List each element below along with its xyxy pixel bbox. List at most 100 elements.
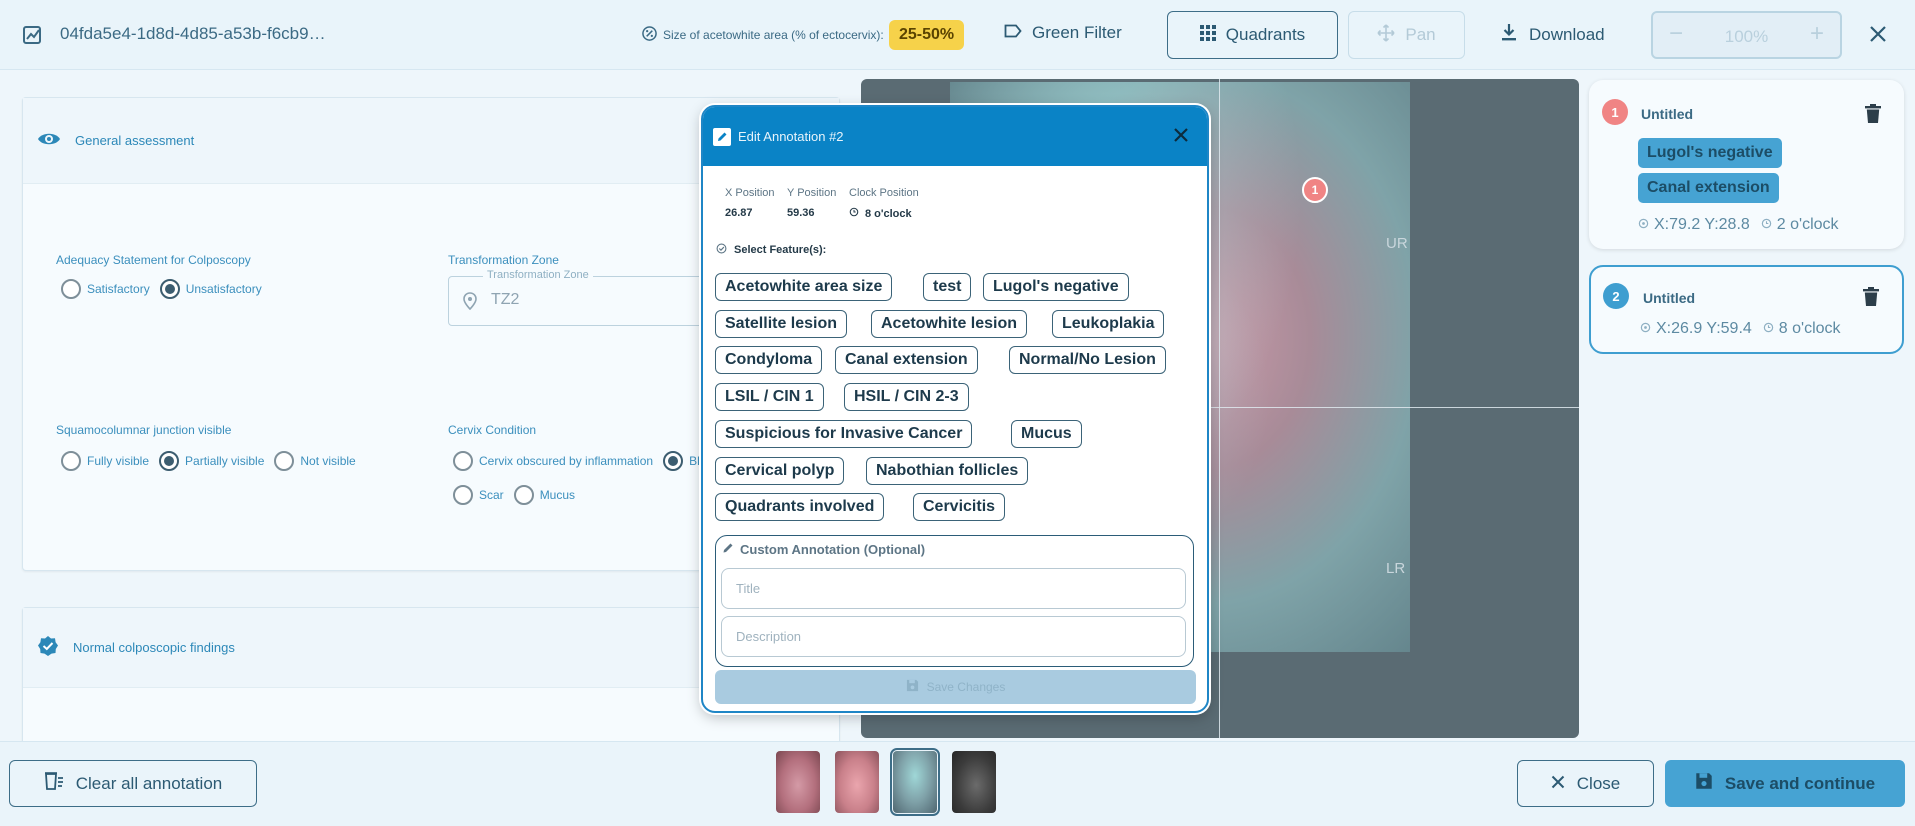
pan-button[interactable]: Pan [1348, 11, 1465, 59]
close-label: Close [1576, 773, 1621, 793]
feature-leukoplakia[interactable]: Leukoplakia [1052, 310, 1165, 338]
edit-image-icon [22, 24, 44, 46]
download-button[interactable]: Download [1501, 23, 1605, 46]
feature-hsil-cin2-3[interactable]: HSIL / CIN 2-3 [844, 383, 969, 411]
x-position-value: 26.87 [725, 207, 753, 219]
eye-icon [37, 130, 61, 151]
image-thumbnail[interactable] [952, 751, 996, 813]
image-thumbnail[interactable] [776, 751, 820, 813]
radio-circle[interactable] [453, 451, 473, 471]
clear-all-annotation-button[interactable]: Clear all annotation [9, 760, 257, 807]
feature-nabothian-follicles[interactable]: Nabothian follicles [866, 457, 1029, 485]
floppy-disk-icon [906, 679, 919, 695]
feature-mucus[interactable]: Mucus [1011, 420, 1082, 448]
radio-fully-visible[interactable]: Fully visible [61, 451, 149, 471]
feature-normal-no-lesion[interactable]: Normal/No Lesion [1009, 346, 1166, 374]
radio-cervix-obscured[interactable]: Cervix obscured by inflammation [453, 451, 653, 471]
trash-icon[interactable] [1864, 104, 1882, 124]
radio-bl[interactable]: Bl [663, 451, 700, 471]
radio-circle-selected[interactable] [663, 451, 684, 471]
crosshair-icon [1638, 216, 1649, 234]
clear-list-icon [44, 771, 64, 796]
radio-circle[interactable] [61, 451, 81, 471]
feature-condyloma[interactable]: Condyloma [715, 346, 823, 374]
annotation-number: 1 [1602, 99, 1628, 125]
close-button[interactable]: Close [1517, 760, 1654, 807]
annotation-marker-1[interactable]: 1 [1302, 177, 1328, 203]
cervix-radio-group-row2: Scar Mucus [453, 485, 585, 505]
top-bar: 04fda5e4-1d8d-4d85-a53b-f6cb9… Size of a… [0, 0, 1915, 70]
radio-label: Not visible [300, 454, 356, 468]
acetowhite-size-label: Size of acetowhite area (% of ectocervix… [642, 26, 884, 44]
feature-canal-extension[interactable]: Canal extension [835, 346, 978, 374]
feature-lsil-cin1[interactable]: LSIL / CIN 1 [715, 383, 824, 411]
dialog-header: Edit Annotation #2 [703, 107, 1207, 166]
feature-cervicitis[interactable]: Cervicitis [913, 493, 1006, 521]
annotation-tag: Canal extension [1638, 173, 1779, 203]
tz-value: TZ2 [491, 291, 520, 308]
feature-acetowhite-area-size[interactable]: Acetowhite area size [715, 273, 893, 301]
quadrants-button[interactable]: Quadrants [1167, 11, 1338, 59]
save-changes-button[interactable]: Save Changes [715, 670, 1196, 704]
crosshair-icon [1640, 320, 1651, 338]
radio-scar[interactable]: Scar [453, 485, 504, 505]
annotation-title: Untitled [1643, 290, 1696, 306]
download-label: Download [1529, 24, 1605, 44]
y-position-label: Y Position [787, 187, 837, 199]
radio-circle[interactable] [61, 279, 81, 299]
custom-annotation-text: Custom Annotation (Optional) [740, 542, 926, 557]
clock-icon [1761, 216, 1772, 234]
radio-unsatisfactory[interactable]: Unsatisfactory [159, 279, 262, 299]
radio-circle-selected[interactable] [159, 451, 180, 471]
image-thumbnail-selected[interactable] [890, 748, 940, 816]
feature-acetowhite-lesion[interactable]: Acetowhite lesion [871, 310, 1028, 338]
zoom-in-button[interactable]: + [1806, 22, 1828, 46]
adequacy-label: Adequacy Statement for Colposcopy [56, 253, 251, 267]
radio-satisfactory[interactable]: Satisfactory [61, 279, 150, 299]
radio-circle-selected[interactable] [159, 279, 180, 299]
green-filter-button[interactable]: Green Filter [1004, 23, 1122, 43]
radio-mucus[interactable]: Mucus [513, 485, 575, 505]
clock-position-label: Clock Position [849, 187, 919, 199]
feature-quadrants-involved[interactable]: Quadrants involved [715, 493, 885, 521]
close-icon[interactable] [1173, 127, 1189, 146]
custom-annotation-box: Custom Annotation (Optional) Title Descr… [715, 535, 1194, 667]
feature-cervical-polyp[interactable]: Cervical polyp [715, 457, 845, 485]
edit-icon [713, 127, 731, 146]
adequacy-radio-group: Satisfactory Unsatisfactory [61, 279, 272, 299]
select-features-heading: Select Feature(s): [716, 243, 826, 257]
radio-circle[interactable] [513, 485, 534, 505]
description-input[interactable]: Description [721, 616, 1186, 657]
save-and-continue-button[interactable]: Save and continue [1665, 760, 1905, 807]
feature-suspicious-invasive-cancer[interactable]: Suspicious for Invasive Cancer [715, 420, 973, 448]
radio-not-visible[interactable]: Not visible [274, 451, 356, 471]
save-changes-label: Save Changes [926, 680, 1006, 694]
scj-radio-group: Fully visible Partially visible Not visi… [61, 451, 366, 471]
radio-label: Unsatisfactory [185, 282, 262, 296]
close-icon[interactable] [1866, 22, 1890, 46]
clock-text: 8 o'clock [1778, 320, 1841, 337]
scj-label: Squamocolumnar junction visible [56, 423, 232, 437]
acetowhite-size-text: Size of acetowhite area (% of ectocervix… [663, 28, 884, 42]
annotation-card-1[interactable]: 1 Untitled Lugol's negative Canal extens… [1589, 80, 1904, 249]
image-thumbnail[interactable] [835, 751, 879, 813]
radio-circle[interactable] [274, 451, 295, 471]
radio-label: Fully visible [87, 454, 150, 468]
feature-lugols-negative[interactable]: Lugol's negative [983, 273, 1129, 301]
radio-label: Satisfactory [87, 282, 150, 296]
feature-test[interactable]: test [923, 273, 972, 301]
check-badge-icon [37, 635, 59, 660]
file-name: 04fda5e4-1d8d-4d85-a53b-f6cb9… [60, 24, 326, 43]
x-position: X Position 26.87 [725, 187, 775, 219]
zoom-control: − 100% + [1651, 11, 1842, 59]
trash-icon[interactable] [1862, 287, 1880, 307]
title-input[interactable]: Title [721, 568, 1186, 609]
radio-circle[interactable] [453, 485, 473, 505]
annotation-title: Untitled [1641, 106, 1694, 122]
green-filter-label: Green Filter [1032, 23, 1122, 42]
radio-partially-visible[interactable]: Partially visible [159, 451, 264, 471]
y-position-value: 59.36 [787, 207, 815, 219]
general-assessment-title: General assessment [75, 133, 195, 148]
feature-satellite-lesion[interactable]: Satellite lesion [715, 310, 848, 338]
annotation-card-2[interactable]: 2 Untitled X:26.9 Y:59.4 8 o'clock [1589, 265, 1904, 354]
